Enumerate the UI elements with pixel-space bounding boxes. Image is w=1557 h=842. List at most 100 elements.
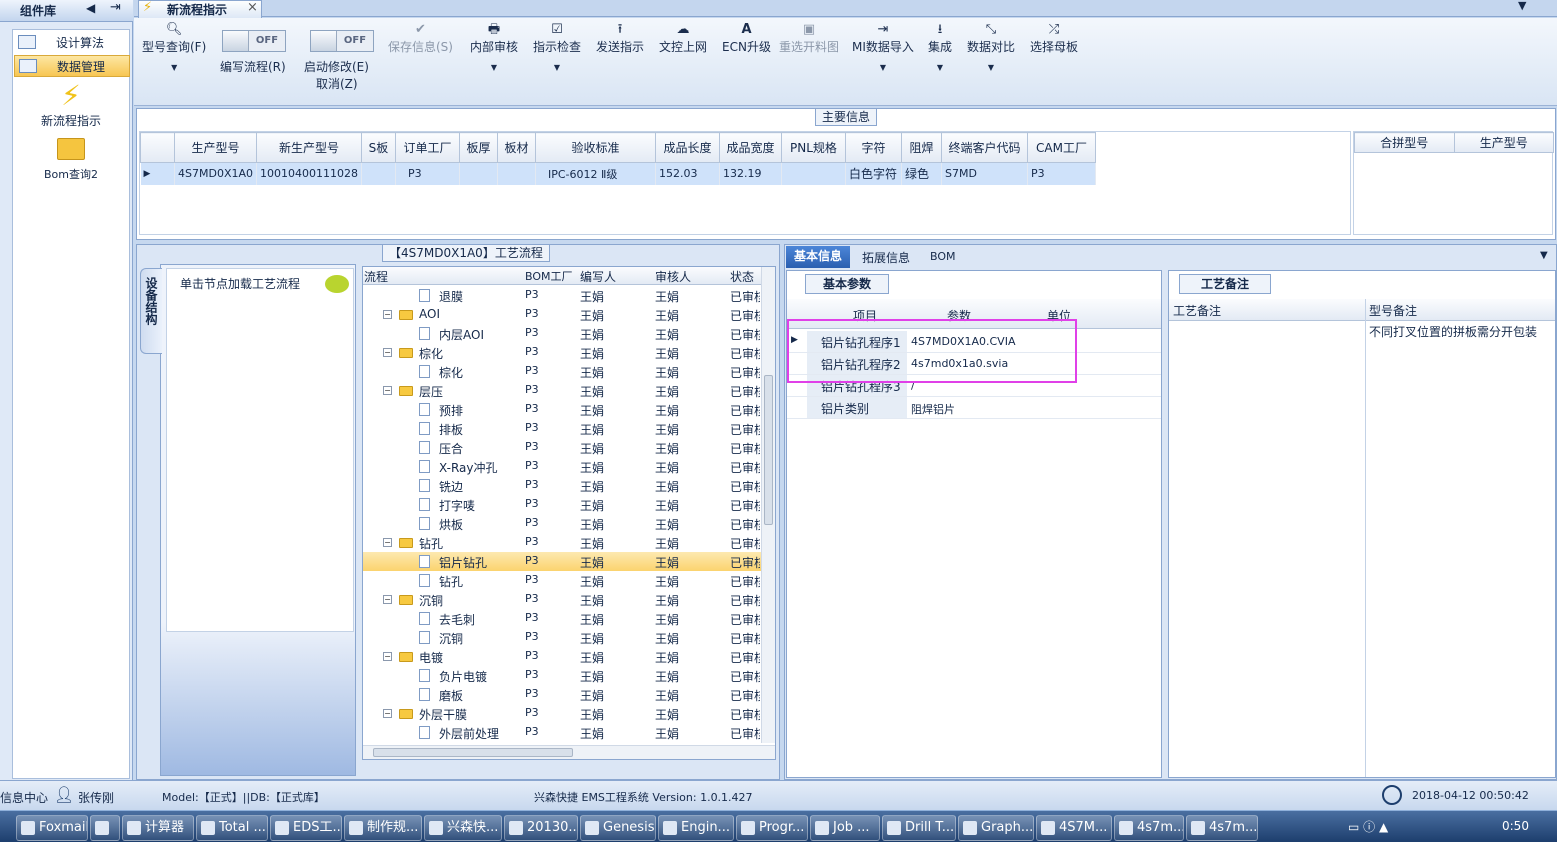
detail-menu-chevron-icon[interactable]: ▼ [1540,250,1548,261]
mi-import-button[interactable]: ⇥ MI数据导入 ▼ [852,22,914,72]
tree-row[interactable]: 铝片钻孔 P3 王娟 王娟 已审核 [363,552,775,571]
reselect-cutting-button[interactable]: ▣ 重选开料图 [779,22,839,55]
tree-row[interactable]: − AOI P3 王娟 王娟 已审核 [363,305,775,324]
col-header[interactable]: 流程 [364,268,388,285]
tree-row[interactable]: 烘板 P3 王娟 王娟 已审核 [363,514,775,533]
vertical-scrollbar[interactable] [761,267,775,743]
integrate-button[interactable]: ⭳ 集成 ▼ [928,22,952,72]
taskbar-item[interactable]: EDS工... [270,815,342,841]
collapse-left-icon[interactable]: ◀ [86,1,95,15]
pin-icon[interactable]: ⇥ [110,0,121,15]
close-tab-button[interactable]: × [247,0,258,15]
tree-row[interactable]: 退膜 P3 王娟 王娟 已审核 [363,286,775,305]
tab-basic-info[interactable]: 基本信息 [786,246,850,268]
dropdown-arrow-icon[interactable]: ▼ [142,63,206,72]
dropdown-arrow-icon[interactable]: ▼ [533,63,581,72]
taskbar-item[interactable]: 4s7m... [1186,815,1258,841]
col-header[interactable]: 审核人 [655,268,691,285]
tree-row[interactable]: − 沉铜 P3 王娟 王娟 已审核 [363,590,775,609]
lp-item-bom-query[interactable]: Bom查询2 [13,138,129,182]
param-row[interactable]: 铝片类别 阻焊铝片 [787,397,1161,419]
tree-row[interactable]: 负片电镀 P3 王娟 王娟 已审核 [363,666,775,685]
taskbar-item[interactable]: 4S7M... [1036,815,1112,841]
cancel-label[interactable]: 取消(Z) [316,75,358,92]
col-header[interactable]: 生产型号 [174,132,257,163]
taskbar-item[interactable]: Genesis [580,815,656,841]
tree-row[interactable]: 内层AOI P3 王娟 王娟 已审核 [363,324,775,343]
col-header[interactable]: 成品宽度 [718,132,782,163]
tree-row[interactable]: 预排 P3 王娟 王娟 已审核 [363,400,775,419]
taskbar-item[interactable]: Total ... [196,815,268,841]
ecn-upgrade-button[interactable]: A ECN升级 [722,22,771,55]
tree-row[interactable]: 沉铜 P3 王娟 王娟 已审核 [363,628,775,647]
internal-review-button[interactable]: 🖶 内部审核 ▼ [470,22,518,72]
tree-row[interactable]: 打字唛 P3 王娟 王娟 已审核 [363,495,775,514]
col-header[interactable]: 板材 [496,132,536,163]
col-header[interactable]: PNL规格 [780,132,846,163]
taskbar-item[interactable]: Foxmail [16,815,88,841]
dropdown-arrow-icon[interactable]: ▼ [852,63,914,72]
taskbar-item[interactable]: 4s7m... [1114,815,1184,841]
taskbar-item[interactable]: 兴森快... [424,815,502,841]
collapse-icon[interactable]: − [383,592,392,606]
tree-row[interactable]: 棕化 P3 王娟 王娟 已审核 [363,362,775,381]
collapse-icon[interactable]: − [383,706,392,720]
col-header[interactable]: 工艺备注 [1173,302,1221,319]
scroll-thumb[interactable] [373,748,573,757]
tree-row[interactable]: X-Ray冲孔 P3 王娟 王娟 已审核 [363,457,775,476]
collapse-icon[interactable]: − [383,383,392,397]
select-mother-board-button[interactable]: ⤮ 选择母板 [1030,22,1078,55]
lp-item-new-flow[interactable]: ⚡ 新流程指示 [13,80,129,129]
tab-new-flow[interactable]: ⚡ 新流程指示 × [138,0,262,18]
tree-row[interactable]: 压合 P3 王娟 王娟 已审核 [363,438,775,457]
taskbar-item[interactable]: 计算器 [122,815,194,841]
taskbar-item[interactable]: Engin... [658,815,734,841]
tree-row[interactable]: 钻孔 P3 王娟 王娟 已审核 [363,571,775,590]
dropdown-arrow-icon[interactable]: ▼ [470,63,518,72]
taskbar-item[interactable]: Progr... [736,815,808,841]
tab-device-structure[interactable]: 设备结构 [140,268,162,354]
dropdown-arrow-icon[interactable]: ▼ [928,63,952,72]
col-header[interactable]: 板厚 [458,132,498,163]
horizontal-scrollbar[interactable] [363,745,775,759]
taskbar-item[interactable] [90,815,120,841]
model-query-button[interactable]: 🔍︎ 型号查询(F) ▼ [142,22,206,72]
lp-item-data-management[interactable]: 数据管理 [14,55,130,77]
collapse-icon[interactable]: − [383,307,392,321]
doc-control-upload-button[interactable]: ☁ 文控上网 [659,22,707,55]
col-header[interactable]: 阻焊 [900,132,942,163]
col-header[interactable]: 成品长度 [654,132,720,163]
col-header[interactable]: 新生产型号 [256,132,362,163]
send-instruction-button[interactable]: ⭱ 发送指示 [596,22,644,55]
tree-row[interactable]: − 层压 P3 王娟 王娟 已审核 [363,381,775,400]
collapse-icon[interactable]: − [383,535,392,549]
col-header[interactable]: 状态 [730,268,754,285]
col-header[interactable]: CAM工厂 [1026,132,1096,163]
model-note-text[interactable]: 不同打叉位置的拼板需分开包装 [1369,323,1537,340]
info-center-label[interactable]: 信息中心 [0,789,48,806]
taskbar-item[interactable]: 制作规... [344,815,422,841]
col-header[interactable]: S板 [360,132,396,163]
table-row[interactable]: ▶ 4S7MD0X1A0 10010400111028 P3 IPC-6012 … [140,162,1096,185]
taskbar-item[interactable]: Drill T... [882,815,956,841]
dropdown-arrow-icon[interactable]: ▼ [967,63,1015,72]
col-header[interactable]: BOM工厂 [525,268,573,284]
collapse-icon[interactable]: − [383,649,392,663]
tree-row[interactable]: − 钻孔 P3 王娟 王娟 已审核 [363,533,775,552]
tree-row[interactable]: 铣边 P3 王娟 王娟 已审核 [363,476,775,495]
col-header[interactable]: 验收标准 [534,132,656,163]
start-modify-toggle[interactable]: OFF [310,30,374,52]
col-header[interactable]: 编写人 [580,268,616,285]
data-compare-button[interactable]: ⤡ 数据对比 ▼ [967,22,1015,72]
taskbar-item[interactable]: Job ... [810,815,880,841]
taskbar-item[interactable]: Graph... [958,815,1034,841]
tree-row[interactable]: − 棕化 P3 王娟 王娟 已审核 [363,343,775,362]
tree-row[interactable]: 磨板 P3 王娟 王娟 已审核 [363,685,775,704]
taskbar-clock[interactable]: 0:50 [1502,819,1529,833]
col-header[interactable]: 字符 [844,132,902,163]
tab-bom[interactable]: BOM [930,250,956,263]
scroll-thumb[interactable] [764,375,773,525]
col-header[interactable]: 型号备注 [1369,302,1417,319]
tree-row[interactable]: 排板 P3 王娟 王娟 已审核 [363,419,775,438]
collapse-icon[interactable]: − [383,345,392,359]
